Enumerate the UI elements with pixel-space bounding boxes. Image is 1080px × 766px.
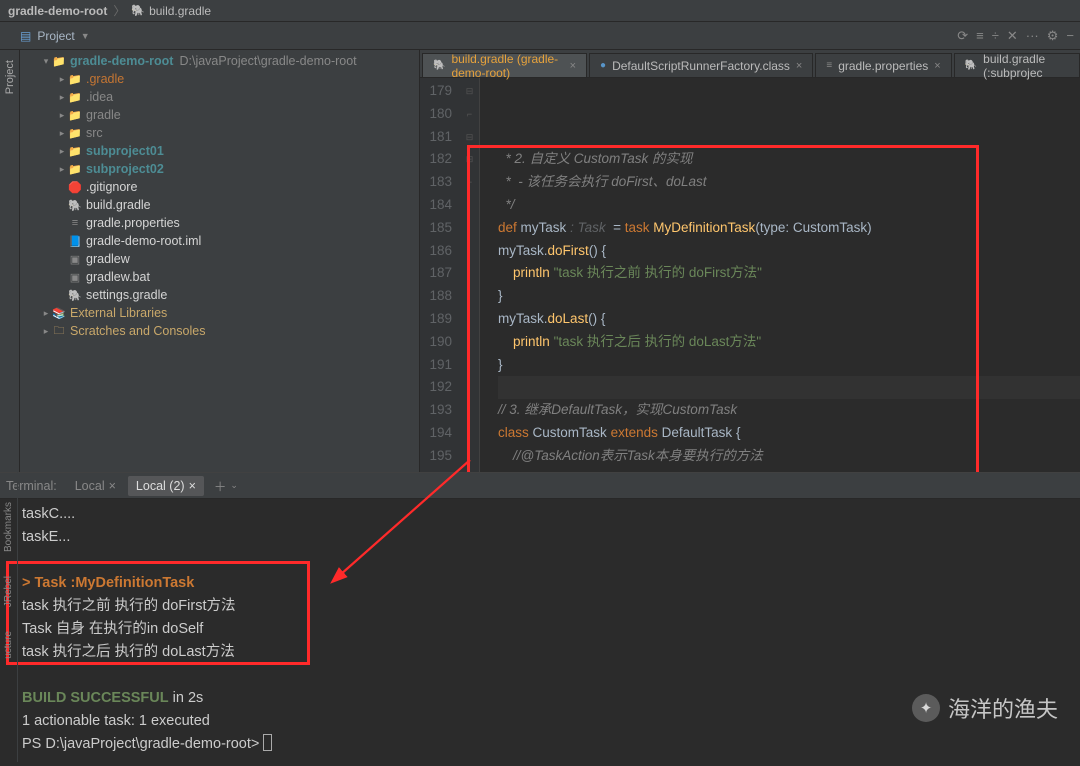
terminal-tab[interactable]: Local (2)× [128, 476, 204, 496]
close-icon[interactable]: × [109, 479, 116, 493]
tree-row[interactable]: ▣gradlew [20, 250, 419, 268]
editor-tabs: 🐘build.gradle (gradle-demo-root)×●Defaul… [420, 50, 1080, 78]
tree-row[interactable]: ▣gradlew.bat [20, 268, 419, 286]
dropdown-icon[interactable]: ▼ [81, 31, 90, 41]
close-icon[interactable]: × [934, 60, 940, 72]
line-gutter: 1791801811821831841851861871881891901911… [420, 78, 460, 472]
file-icon: ● [600, 60, 606, 71]
close-icon[interactable]: × [189, 479, 196, 493]
editor-tab[interactable]: ●DefaultScriptRunnerFactory.class× [589, 53, 813, 77]
tree-row[interactable]: 🐘settings.gradle [20, 286, 419, 304]
breadcrumb: gradle-demo-root 〉 🐘 build.gradle [0, 0, 1080, 22]
toolbar-icon[interactable]: ≡ [976, 28, 984, 44]
tree-row[interactable]: 📘gradle-demo-root.iml [20, 232, 419, 250]
structure-tool[interactable]: ucture [3, 631, 14, 659]
file-icon: ≡ [826, 60, 832, 71]
tree-row[interactable]: ▸📁subproject02 [20, 160, 419, 178]
file-icon: 🐘 [965, 60, 977, 71]
toolbar-icon[interactable]: ✕ [1007, 28, 1018, 44]
project-view-icon: ▤ [20, 29, 31, 43]
project-tool-tab[interactable]: Project [4, 60, 16, 94]
close-icon[interactable]: × [796, 60, 802, 72]
tree-row[interactable]: ▸📁.gradle [20, 70, 419, 88]
file-icon: 🐘 [433, 60, 445, 71]
tree-row[interactable]: ≡gradle.properties [20, 214, 419, 232]
new-terminal-button[interactable]: ＋ [214, 476, 227, 495]
left-tool-strip: Bookmarks JRebel ucture [0, 472, 18, 762]
watermark: ✦ 海洋的渔夫 [912, 692, 1058, 724]
watermark-text: 海洋的渔夫 [948, 692, 1058, 724]
tree-row[interactable]: 🐘build.gradle [20, 196, 419, 214]
tree-row[interactable]: 🛑.gitignore [20, 178, 419, 196]
toolbar-icon[interactable]: ··· [1026, 28, 1039, 44]
wechat-icon: ✦ [912, 694, 940, 722]
terminal-tab[interactable]: Local× [67, 476, 124, 496]
project-view-title[interactable]: Project [37, 29, 74, 43]
code-area[interactable]: * 2. 自定义 CustomTask 的实现 * - 该任务会执行 doFir… [480, 78, 1080, 472]
tree-row[interactable]: ▸📁gradle [20, 106, 419, 124]
tree-row[interactable]: ▸📁subproject01 [20, 142, 419, 160]
editor-tab[interactable]: ≡gradle.properties× [815, 53, 951, 77]
fold-gutter: ⊟⌐⊟⊟⌐ [460, 78, 480, 472]
terminal-dropdown-icon[interactable]: ⌄ [230, 480, 238, 491]
tree-row[interactable]: ▸📁.idea [20, 88, 419, 106]
bookmarks-tool[interactable]: Bookmarks [3, 502, 14, 552]
breadcrumb-root[interactable]: gradle-demo-root [8, 4, 107, 18]
toolbar-icon[interactable]: ⚙ [1047, 28, 1059, 44]
project-toolbar: ▤ Project ▼ ⟳ ≡ ÷ ✕ ··· ⚙− [0, 22, 1080, 50]
project-tree[interactable]: ▾📁gradle-demo-rootD:\javaProject\gradle-… [20, 50, 420, 472]
left-gutter: Project [0, 50, 20, 472]
toolbar-icon[interactable]: − [1066, 28, 1074, 44]
close-icon[interactable]: × [570, 60, 576, 72]
toolbar-icon[interactable]: ÷ [992, 28, 999, 44]
editor-tab[interactable]: 🐘build.gradle (:subprojec [954, 53, 1080, 77]
breadcrumb-file[interactable]: build.gradle [149, 4, 211, 18]
tree-row[interactable]: ▸📁src [20, 124, 419, 142]
jrebel-tool[interactable]: JRebel [3, 576, 14, 607]
toolbar-icon[interactable]: ⟳ [957, 28, 968, 44]
tree-row[interactable]: ▾📁gradle-demo-rootD:\javaProject\gradle-… [20, 52, 419, 70]
elephant-icon: 🐘 [131, 4, 145, 17]
tree-row[interactable]: ▸📚External Libraries [20, 304, 419, 322]
editor-tab[interactable]: 🐘build.gradle (gradle-demo-root)× [422, 53, 587, 77]
tree-row[interactable]: ▸🗀Scratches and Consoles [20, 322, 419, 340]
